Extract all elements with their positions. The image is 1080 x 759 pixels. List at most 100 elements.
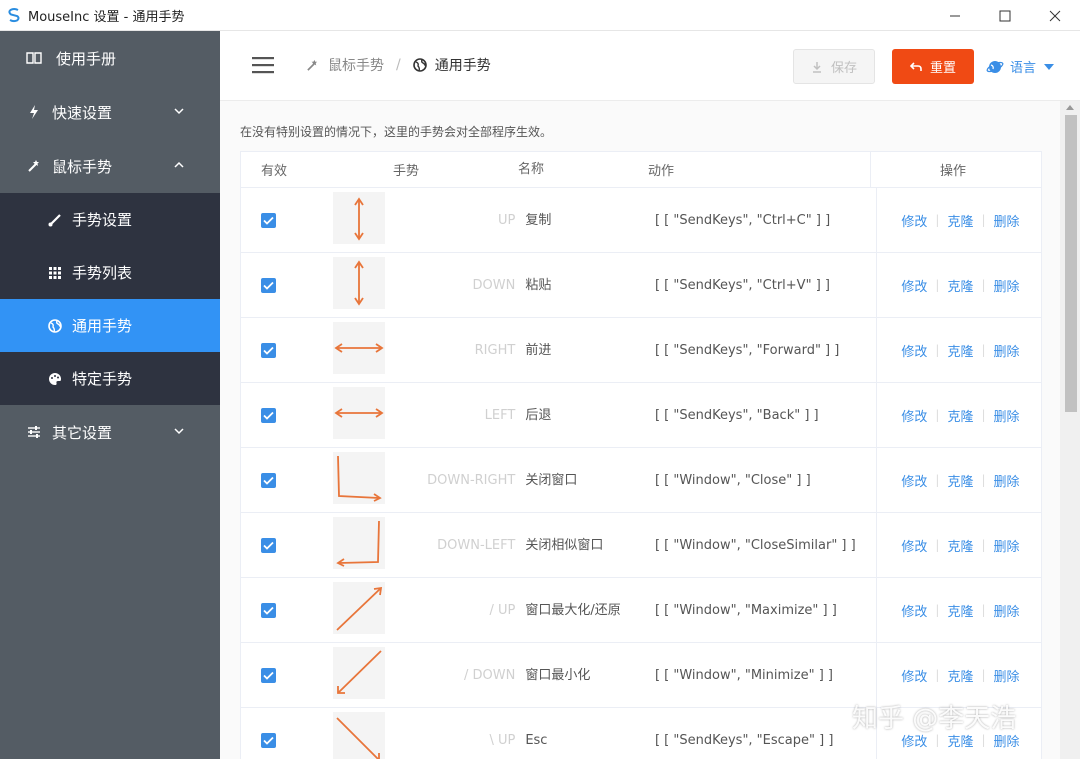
- column-header-name: 名称: [518, 162, 545, 177]
- edit-link[interactable]: 修改: [901, 536, 927, 555]
- clone-link[interactable]: 克隆: [947, 601, 973, 620]
- gesture-action: [ [ "Window", "Close" ] ]: [654, 472, 811, 488]
- clone-link[interactable]: 克隆: [947, 406, 973, 425]
- minimize-button[interactable]: [930, 0, 980, 31]
- enabled-cell: [241, 212, 331, 228]
- clone-link[interactable]: 克隆: [947, 536, 973, 555]
- gesture-name: 关闭窗口: [525, 472, 578, 488]
- clone-link[interactable]: 克隆: [947, 341, 973, 360]
- enabled-checkbox[interactable]: [261, 537, 276, 553]
- sidebar-item-gesture-settings[interactable]: 手势设置: [0, 193, 220, 246]
- edit-link[interactable]: 修改: [901, 471, 927, 490]
- breadcrumb-item-mouse-gestures[interactable]: 鼠标手势: [328, 55, 384, 75]
- header: 鼠标手势 / 通用手势 保存 重置 语言: [220, 31, 1080, 101]
- op-separator: |: [981, 668, 986, 682]
- enabled-checkbox[interactable]: [261, 472, 276, 488]
- enabled-cell: [241, 537, 331, 553]
- column-header-enabled: 有效: [261, 164, 288, 179]
- enabled-checkbox[interactable]: [261, 667, 276, 683]
- title-bar: MouseInc 设置 - 通用手势: [0, 0, 1080, 31]
- gesture-shape-cell: [331, 712, 401, 759]
- delete-link[interactable]: 删除: [994, 666, 1020, 685]
- gesture-action: [ [ "SendKeys", "Escape" ] ]: [654, 732, 834, 748]
- maximize-button[interactable]: [980, 0, 1030, 31]
- clone-link[interactable]: 克隆: [947, 471, 973, 490]
- gesture-shape-arrow-icon: [332, 517, 385, 569]
- edit-link[interactable]: 修改: [901, 276, 927, 295]
- scrollbar-thumb[interactable]: [1065, 115, 1077, 412]
- sidebar-item-mouse-gestures[interactable]: 鼠标手势: [0, 139, 220, 193]
- operations-cell: 修改 | 克隆 | 删除: [876, 578, 1041, 642]
- delete-link[interactable]: 删除: [994, 536, 1020, 555]
- gesture-shape-cell: [331, 582, 401, 638]
- book-icon: [26, 50, 42, 66]
- edit-link[interactable]: 修改: [901, 211, 927, 230]
- page-description: 在没有特别设置的情况下，这里的手势会对全部程序生效。: [240, 125, 553, 139]
- sidebar-item-specific-gestures[interactable]: 特定手势: [0, 352, 220, 405]
- delete-link[interactable]: 删除: [994, 601, 1020, 620]
- enabled-checkbox[interactable]: [261, 277, 276, 293]
- main-panel: 鼠标手势 / 通用手势 保存 重置 语言 在没有特别设置的情况下，这里的手势会对…: [220, 31, 1080, 759]
- enabled-cell: [241, 732, 331, 748]
- language-dropdown[interactable]: 语言: [986, 57, 1055, 76]
- sidebar-item-label: 鼠标手势: [52, 157, 113, 176]
- gesture-name: 前进: [525, 342, 552, 358]
- checkmark-icon: [263, 736, 274, 745]
- edit-link[interactable]: 修改: [901, 601, 927, 620]
- op-separator: |: [935, 668, 940, 682]
- sidebar-item-quick-settings[interactable]: 快速设置: [0, 85, 220, 139]
- clone-link[interactable]: 克隆: [947, 211, 973, 230]
- sidebar-item-manual[interactable]: 使用手册: [0, 31, 220, 85]
- edit-link[interactable]: 修改: [901, 666, 927, 685]
- enabled-cell: [241, 407, 331, 423]
- chevron-up-icon: [174, 161, 184, 168]
- hamburger-menu-icon[interactable]: [252, 55, 276, 75]
- op-separator: |: [981, 278, 986, 292]
- scroll-up-arrow-icon[interactable]: [1066, 104, 1074, 110]
- operations-cell: 修改 | 克隆 | 删除: [876, 253, 1041, 317]
- sidebar-item-gesture-list[interactable]: 手势列表: [0, 246, 220, 299]
- clone-link[interactable]: 克隆: [947, 666, 973, 685]
- table-row: LEFT 后退 [ [ "SendKeys", "Back" ] ] 修改 | …: [241, 383, 1041, 448]
- sidebar: 使用手册 快速设置 鼠标手势 手势设置 手势列表 通用手势 特定手势 其它设置: [0, 31, 220, 759]
- enabled-checkbox[interactable]: [261, 342, 276, 358]
- gesture-shape-arrow-icon: [332, 647, 385, 699]
- enabled-checkbox[interactable]: [261, 212, 276, 228]
- save-button[interactable]: 保存: [793, 49, 875, 84]
- gesture-shape-cell: [331, 517, 401, 573]
- edit-link[interactable]: 修改: [901, 406, 927, 425]
- operations-cell: 修改 | 克隆 | 删除: [876, 318, 1041, 382]
- window-title: MouseInc 设置 - 通用手势: [28, 9, 185, 25]
- gesture-shape-cell: [331, 387, 401, 443]
- delete-link[interactable]: 删除: [994, 211, 1020, 230]
- gesture-shape-arrow-icon: [332, 387, 385, 439]
- sidebar-item-other-settings[interactable]: 其它设置: [0, 405, 220, 459]
- sidebar-item-label: 通用手势: [72, 317, 133, 335]
- globe-icon: [48, 318, 62, 333]
- enabled-checkbox[interactable]: [261, 407, 276, 423]
- enabled-checkbox[interactable]: [261, 732, 276, 748]
- gesture-shape-cell: [331, 647, 401, 703]
- gesture-direction: LEFT: [484, 407, 516, 423]
- delete-link[interactable]: 删除: [994, 276, 1020, 295]
- reset-button[interactable]: 重置: [892, 49, 974, 84]
- gesture-shape-cell: [331, 257, 401, 313]
- enabled-checkbox[interactable]: [261, 602, 276, 618]
- delete-link[interactable]: 删除: [994, 471, 1020, 490]
- column-header-operations: 操作: [870, 152, 1035, 187]
- vertical-scrollbar[interactable]: [1060, 101, 1080, 759]
- delete-link[interactable]: 删除: [994, 341, 1020, 360]
- content-area: 在没有特别设置的情况下，这里的手势会对全部程序生效。 有效 手势 名称 动作 操…: [220, 101, 1060, 759]
- gesture-shape-arrow-icon: [332, 712, 385, 759]
- close-button[interactable]: [1030, 0, 1080, 31]
- palette-icon: [48, 372, 62, 386]
- gesture-name: 粘贴: [525, 277, 552, 293]
- edit-link[interactable]: 修改: [901, 341, 927, 360]
- gesture-direction: / DOWN: [463, 667, 516, 683]
- sliders-icon: [26, 424, 42, 440]
- lightning-icon: [26, 104, 42, 120]
- delete-link[interactable]: 删除: [994, 406, 1020, 425]
- sidebar-item-general-gestures[interactable]: 通用手势: [0, 299, 220, 352]
- sidebar-submenu: 手势设置 手势列表 通用手势 特定手势: [0, 193, 220, 405]
- clone-link[interactable]: 克隆: [947, 276, 973, 295]
